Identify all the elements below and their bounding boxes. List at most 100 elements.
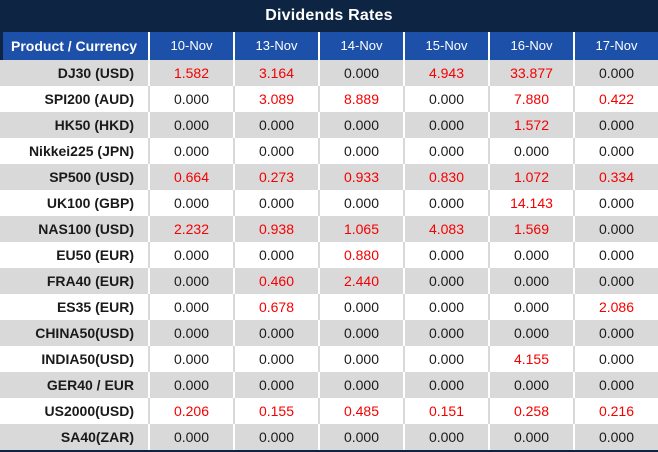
rate-cell: 0.880 bbox=[318, 242, 403, 268]
rate-cell: 0.000 bbox=[233, 346, 318, 372]
product-cell: SA40(ZAR) bbox=[60, 429, 134, 445]
rate-cell: 0.000 bbox=[403, 112, 488, 138]
rate-cell: 0.000 bbox=[573, 190, 658, 216]
product-cell: SPI200 (AUD) bbox=[44, 91, 134, 107]
rate-cell: 0.000 bbox=[403, 138, 488, 164]
rate-cell: 0.000 bbox=[148, 86, 233, 112]
rate-cell: 0.000 bbox=[148, 346, 233, 372]
product-cell: ES35 (EUR) bbox=[56, 299, 134, 315]
product-cell: Nikkei225 (JPN) bbox=[28, 143, 134, 159]
column-header-date-15nov: 15-Nov bbox=[403, 32, 488, 60]
product-cell: NAS100 (USD) bbox=[38, 221, 134, 237]
column-header-date-17nov: 17-Nov bbox=[573, 32, 658, 60]
rate-cell: 0.000 bbox=[573, 112, 658, 138]
rate-cell: 0.422 bbox=[573, 86, 658, 112]
rate-cell: 0.000 bbox=[318, 112, 403, 138]
table-row: NAS100 (USD) 2.232 0.938 1.065 4.083 1.569 0.… bbox=[0, 216, 658, 242]
rate-cell: 0.000 bbox=[148, 294, 233, 320]
table-row: FRA40 (EUR) 0.000 0.460 2.440 0.000 0.000 0.0… bbox=[0, 268, 658, 294]
rate-cell: 1.582 bbox=[148, 60, 233, 86]
table-row: SPI200 (AUD) 0.000 3.089 8.889 0.000 7.880 0.… bbox=[0, 86, 658, 112]
rate-cell: 0.000 bbox=[403, 424, 488, 450]
product-cell: FRA40 (EUR) bbox=[46, 273, 134, 289]
rate-cell: 0.000 bbox=[488, 372, 573, 398]
rate-cell: 0.000 bbox=[318, 346, 403, 372]
rate-cell: 0.000 bbox=[233, 424, 318, 450]
table-row: EU50 (EUR) 0.000 0.000 0.880 0.000 0.000 0.00… bbox=[0, 242, 658, 268]
rate-cell: 0.000 bbox=[573, 268, 658, 294]
product-cell: GER40 / EUR bbox=[46, 377, 134, 393]
rate-cell: 0.000 bbox=[573, 216, 658, 242]
rate-cell: 0.678 bbox=[233, 294, 318, 320]
rate-cell: 1.072 bbox=[488, 164, 573, 190]
table-row: CHINA50(USD) 0.000 0.000 0.000 0.000 0.000 0.… bbox=[0, 320, 658, 346]
product-cell: DJ30 (USD) bbox=[57, 65, 134, 81]
rate-cell: 0.000 bbox=[573, 346, 658, 372]
rate-cell: 0.933 bbox=[318, 164, 403, 190]
rate-cell: 0.000 bbox=[318, 138, 403, 164]
rate-cell: 14.143 bbox=[488, 190, 573, 216]
rate-cell: 0.000 bbox=[148, 424, 233, 450]
rate-cell: 0.000 bbox=[148, 242, 233, 268]
rate-cell: 0.155 bbox=[233, 398, 318, 424]
rate-cell: 0.000 bbox=[403, 242, 488, 268]
rate-cell: 0.000 bbox=[318, 190, 403, 216]
rate-cell: 0.000 bbox=[233, 112, 318, 138]
rate-cell: 33.877 bbox=[488, 60, 573, 86]
table-row: ES35 (EUR) 0.000 0.678 0.000 0.000 0.000 2.08… bbox=[0, 294, 658, 320]
rate-cell: 0.000 bbox=[233, 190, 318, 216]
rate-cell: 0.000 bbox=[148, 372, 233, 398]
table-body: DJ30 (USD) 1.582 3.164 0.000 4.943 33.877 0.0… bbox=[0, 60, 658, 452]
table-row: Nikkei225 (JPN) 0.000 0.000 0.000 0.000 0.00… bbox=[0, 138, 658, 164]
rate-cell: 2.232 bbox=[148, 216, 233, 242]
rate-cell: 0.000 bbox=[403, 320, 488, 346]
rate-cell: 0.000 bbox=[488, 424, 573, 450]
rate-cell: 2.440 bbox=[318, 268, 403, 294]
rate-cell: 0.000 bbox=[148, 268, 233, 294]
rate-cell: 0.000 bbox=[403, 268, 488, 294]
rate-cell: 0.000 bbox=[233, 372, 318, 398]
rate-cell: 0.000 bbox=[318, 60, 403, 86]
rate-cell: 0.000 bbox=[318, 372, 403, 398]
column-header-date-16nov: 16-Nov bbox=[488, 32, 573, 60]
rate-cell: 1.569 bbox=[488, 216, 573, 242]
table-row: US2000(USD) 0.206 0.155 0.485 0.151 0.258 0.2… bbox=[0, 398, 658, 424]
table-row: SP500 (USD) 0.664 0.273 0.933 0.830 1.072 0.3… bbox=[0, 164, 658, 190]
rate-cell: 0.485 bbox=[318, 398, 403, 424]
rate-cell: 0.258 bbox=[488, 398, 573, 424]
rate-cell: 0.000 bbox=[573, 242, 658, 268]
column-header-date-14nov: 14-Nov bbox=[318, 32, 403, 60]
rate-cell: 0.000 bbox=[233, 242, 318, 268]
rate-cell: 0.000 bbox=[233, 320, 318, 346]
page-title: Dividends Rates bbox=[0, 0, 658, 32]
table-header-row: Product / Currency 10-Nov 13-Nov 14-Nov … bbox=[0, 32, 658, 60]
rate-cell: 0.000 bbox=[573, 138, 658, 164]
column-header-date-13nov: 13-Nov bbox=[233, 32, 318, 60]
rate-cell: 0.000 bbox=[318, 294, 403, 320]
column-header-date-10nov: 10-Nov bbox=[148, 32, 233, 60]
rate-cell: 0.334 bbox=[573, 164, 658, 190]
rate-cell: 1.572 bbox=[488, 112, 573, 138]
product-cell: EU50 (EUR) bbox=[56, 247, 134, 263]
rate-cell: 0.000 bbox=[573, 424, 658, 450]
product-cell: HK50 (HKD) bbox=[54, 117, 134, 133]
rate-cell: 0.273 bbox=[233, 164, 318, 190]
table-row: DJ30 (USD) 1.582 3.164 0.000 4.943 33.877 0.0… bbox=[0, 60, 658, 86]
product-cell: UK100 (GBP) bbox=[46, 195, 134, 211]
rate-cell: 0.000 bbox=[488, 138, 573, 164]
rate-cell: 3.089 bbox=[233, 86, 318, 112]
rate-cell: 0.938 bbox=[233, 216, 318, 242]
rate-cell: 4.155 bbox=[488, 346, 573, 372]
table-row: GER40 / EUR 0.000 0.000 0.000 0.000 0.000 0.0… bbox=[0, 372, 658, 398]
rate-cell: 0.000 bbox=[403, 372, 488, 398]
rate-cell: 0.460 bbox=[233, 268, 318, 294]
table-row: SA40(ZAR) 0.000 0.000 0.000 0.000 0.000 0.000 bbox=[0, 424, 658, 450]
table-row: INDIA50(USD) 0.000 0.000 0.000 0.000 4.155 0.… bbox=[0, 346, 658, 372]
product-cell: US2000(USD) bbox=[44, 403, 134, 419]
rate-cell: 0.000 bbox=[403, 294, 488, 320]
rate-cell: 0.206 bbox=[148, 398, 233, 424]
rate-cell: 0.216 bbox=[573, 398, 658, 424]
table-row: HK50 (HKD) 0.000 0.000 0.000 0.000 1.572 0.00… bbox=[0, 112, 658, 138]
rate-cell: 0.000 bbox=[573, 372, 658, 398]
rate-cell: 0.000 bbox=[148, 190, 233, 216]
